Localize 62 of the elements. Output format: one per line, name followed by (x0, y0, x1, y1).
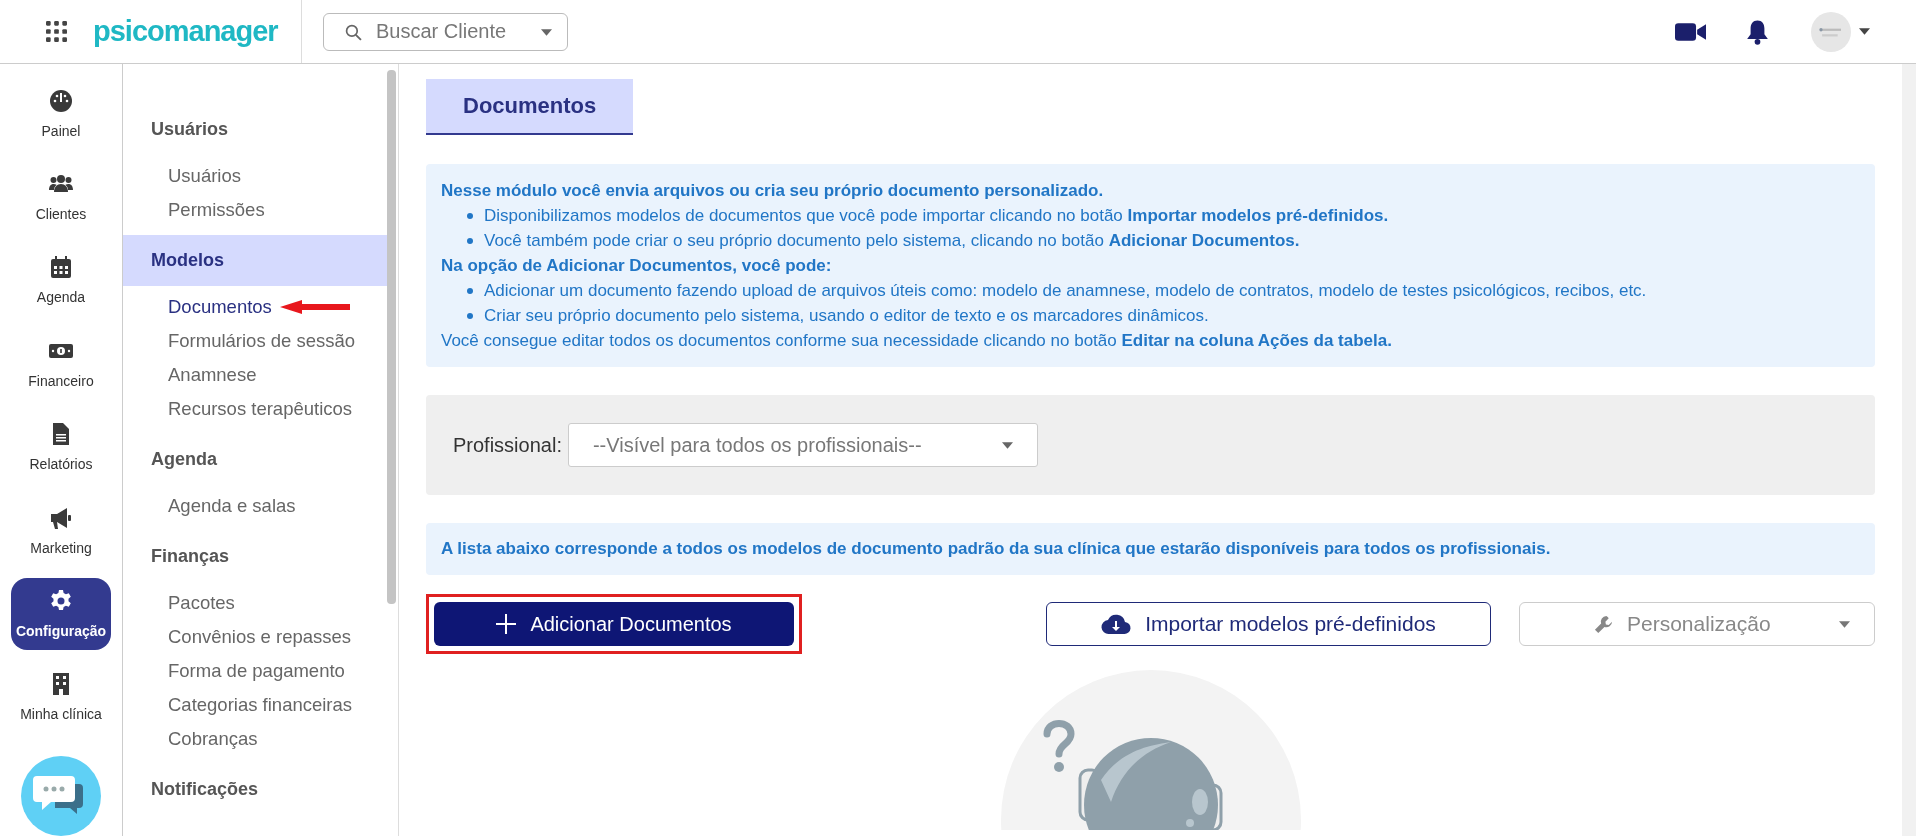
menu-item[interactable]: Permissões (168, 199, 265, 221)
bullet-icon (467, 212, 473, 219)
menu-section[interactable]: Usuários (123, 104, 387, 155)
menu-item[interactable]: Documentos (168, 296, 272, 318)
professional-dropdown[interactable]: --Visível para todos os profissionais-- (567, 423, 1038, 467)
menu-item[interactable]: Cobranças (168, 728, 258, 750)
nav-item[interactable]: Clientes (11, 161, 111, 233)
menu-section[interactable]: Modelos (123, 235, 387, 286)
nav-item[interactable]: Configuração (11, 578, 111, 650)
import-templates-button[interactable]: Importar modelos pré-definidos (1046, 602, 1491, 646)
menu-section[interactable]: Agenda (123, 434, 387, 485)
gauge-icon (49, 88, 73, 113)
wrench-icon (1594, 614, 1613, 634)
megaphone-icon (49, 505, 73, 530)
nav-item[interactable]: Financeiro (11, 328, 111, 400)
info-text: Você também pode criar o seu próprio documento pelo sistema, clicando no botão Adicionar Documentos. (484, 230, 1300, 252)
add-documents-button[interactable]: Adicionar Documentos (434, 602, 794, 646)
menu-item[interactable]: Anamnese (168, 364, 257, 386)
caret-icon[interactable] (1859, 28, 1870, 35)
menu-item[interactable]: Forma de pagamento (168, 660, 345, 682)
bullet-icon (467, 237, 473, 244)
tab[interactable]: Documentos (426, 79, 634, 135)
nav-item[interactable]: Painel (11, 78, 111, 150)
menu-item[interactable]: Pacotes (168, 592, 235, 614)
gear-icon (49, 588, 73, 613)
menu-item[interactable]: Categorias financeiras (168, 694, 353, 716)
info-heading: Nesse módulo você envia arquivos ou cria seu próprio documento personalizado. (441, 180, 1105, 202)
menu-item[interactable]: Recursos terapêuticos (168, 398, 353, 420)
caret-icon (541, 28, 552, 36)
info-heading: Na opção de Adicionar Documentos, você pode: (441, 255, 833, 277)
scrollbar[interactable] (1902, 64, 1916, 836)
info-text: Criar seu próprio documento pelo sistema, usando o editor de texto e os marcadores dinâmicos. (484, 305, 1209, 327)
caret-icon (1839, 620, 1850, 628)
calendar-icon (49, 255, 73, 280)
bullet-icon (467, 312, 473, 319)
cloud-download-icon (1101, 613, 1132, 635)
nav-item[interactable]: Minha clínica (11, 661, 111, 733)
field-label: Profissional: (453, 433, 562, 457)
menu-item[interactable]: Agenda e salas (168, 495, 296, 517)
menu-item[interactable]: Formulários de sessão (168, 330, 356, 352)
video-camera-icon[interactable] (1675, 21, 1706, 42)
plus-icon (496, 614, 517, 634)
menu-item[interactable]: Usuários (168, 165, 241, 187)
chat-bubble-icon[interactable] (21, 756, 101, 836)
menu-item[interactable]: Convênios e repasses (168, 626, 352, 648)
nav-item[interactable]: Marketing (11, 494, 111, 567)
scrollbar[interactable] (387, 70, 396, 604)
bell-icon[interactable] (1746, 18, 1769, 45)
search-field[interactable]: Buscar Cliente (323, 12, 568, 51)
caret-icon (1001, 441, 1013, 449)
nav-item[interactable]: Relatórios (11, 411, 111, 483)
info-text: Adicionar um documento fazendo upload de arquivos úteis como: modelo de anamnese, modelo de contratos, modelo de testes psicológicos, recibos, etc. (484, 280, 1647, 302)
apps-grid-icon[interactable] (46, 21, 67, 42)
notice-text: A lista abaixo corresponde a todos os modelos de documento padrão da sua clínica que estarão disponíveis para todos os profissionais. (426, 523, 1875, 575)
bullet-icon (467, 287, 473, 294)
nav-item[interactable]: Agenda (11, 244, 111, 317)
info-text: Disponibilizamos modelos de documentos que você pode importar clicando no botão Importar modelos pré-definidos. (484, 205, 1389, 227)
menu-section[interactable]: Notificações (123, 764, 387, 815)
menu-section[interactable]: Finanças (123, 531, 387, 582)
info-text: Você consegue editar todos os documentos conforme sua necessidade clicando no botão Editar na coluna Ações da tabela. (441, 330, 1393, 352)
customization-dropdown[interactable]: Personalização (1519, 602, 1875, 646)
search-icon (345, 23, 362, 41)
